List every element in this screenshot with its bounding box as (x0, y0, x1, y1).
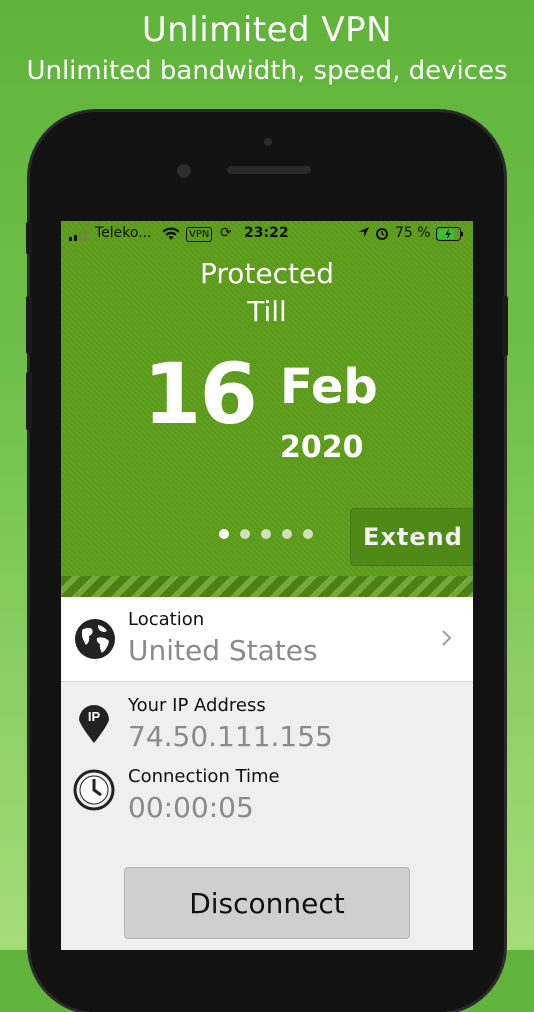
promo-title: Unlimited VPN (141, 10, 393, 50)
signal-icon (69, 229, 91, 245)
status-bar: Teleko... VPN ⟳ 23:22 75 % (61, 225, 473, 245)
page-dot[interactable] (261, 529, 271, 539)
ip-value: 74.50.111.155 (128, 720, 333, 753)
expiry-day: 16 (143, 345, 258, 443)
mute-switch (26, 222, 32, 254)
connection-time-label: Connection Time (128, 766, 280, 787)
location-value: United States (128, 634, 318, 667)
expiry-year: 2020 (280, 430, 364, 465)
battery-icon (436, 227, 464, 245)
proximity-sensor (264, 138, 272, 146)
ip-pin-icon: IP (76, 698, 112, 748)
page-dot[interactable] (282, 529, 292, 539)
clock-icon (73, 769, 115, 815)
till-label: Till (247, 295, 287, 328)
connection-time-value: 00:00:05 (128, 791, 254, 824)
protected-label: Protected (200, 257, 334, 290)
ip-icon-text: IP (88, 709, 101, 724)
protection-hero: Teleko... VPN ⟳ 23:22 75 % Protected Til… (61, 221, 473, 597)
protected-till-heading: Protected Till (61, 255, 473, 331)
battery-percent: 75 % (395, 225, 431, 241)
sync-icon: ⟳ (220, 225, 232, 241)
earpiece-speaker (227, 166, 311, 174)
location-row[interactable]: Location United States (61, 597, 473, 682)
ip-label: Your IP Address (128, 695, 266, 716)
globe-icon (74, 618, 116, 664)
promo-subtitle: Unlimited bandwidth, speed, devices (26, 56, 508, 86)
extend-button[interactable]: Extend (350, 508, 473, 566)
wifi-icon (162, 227, 180, 245)
app-screen: Teleko... VPN ⟳ 23:22 75 % Protected Til… (61, 221, 473, 950)
power-button (502, 296, 508, 356)
hazard-stripe (61, 576, 473, 597)
vpn-badge: VPN (186, 227, 213, 242)
carrier-name: Teleko... (95, 225, 152, 241)
location-label: Location (128, 609, 205, 630)
alarm-icon (375, 226, 389, 244)
page-dot[interactable] (303, 529, 313, 539)
volume-down-button (26, 372, 32, 430)
disconnect-button[interactable]: Disconnect (124, 867, 410, 939)
expiry-month: Feb (280, 359, 378, 415)
page-indicator[interactable] (219, 524, 324, 539)
status-time: 23:22 (244, 225, 289, 241)
location-arrow-icon (358, 226, 370, 242)
page-dot[interactable] (219, 529, 229, 539)
front-camera (177, 164, 191, 178)
page-dot[interactable] (240, 529, 250, 539)
chevron-right-icon (441, 627, 452, 652)
volume-up-button (26, 296, 32, 354)
